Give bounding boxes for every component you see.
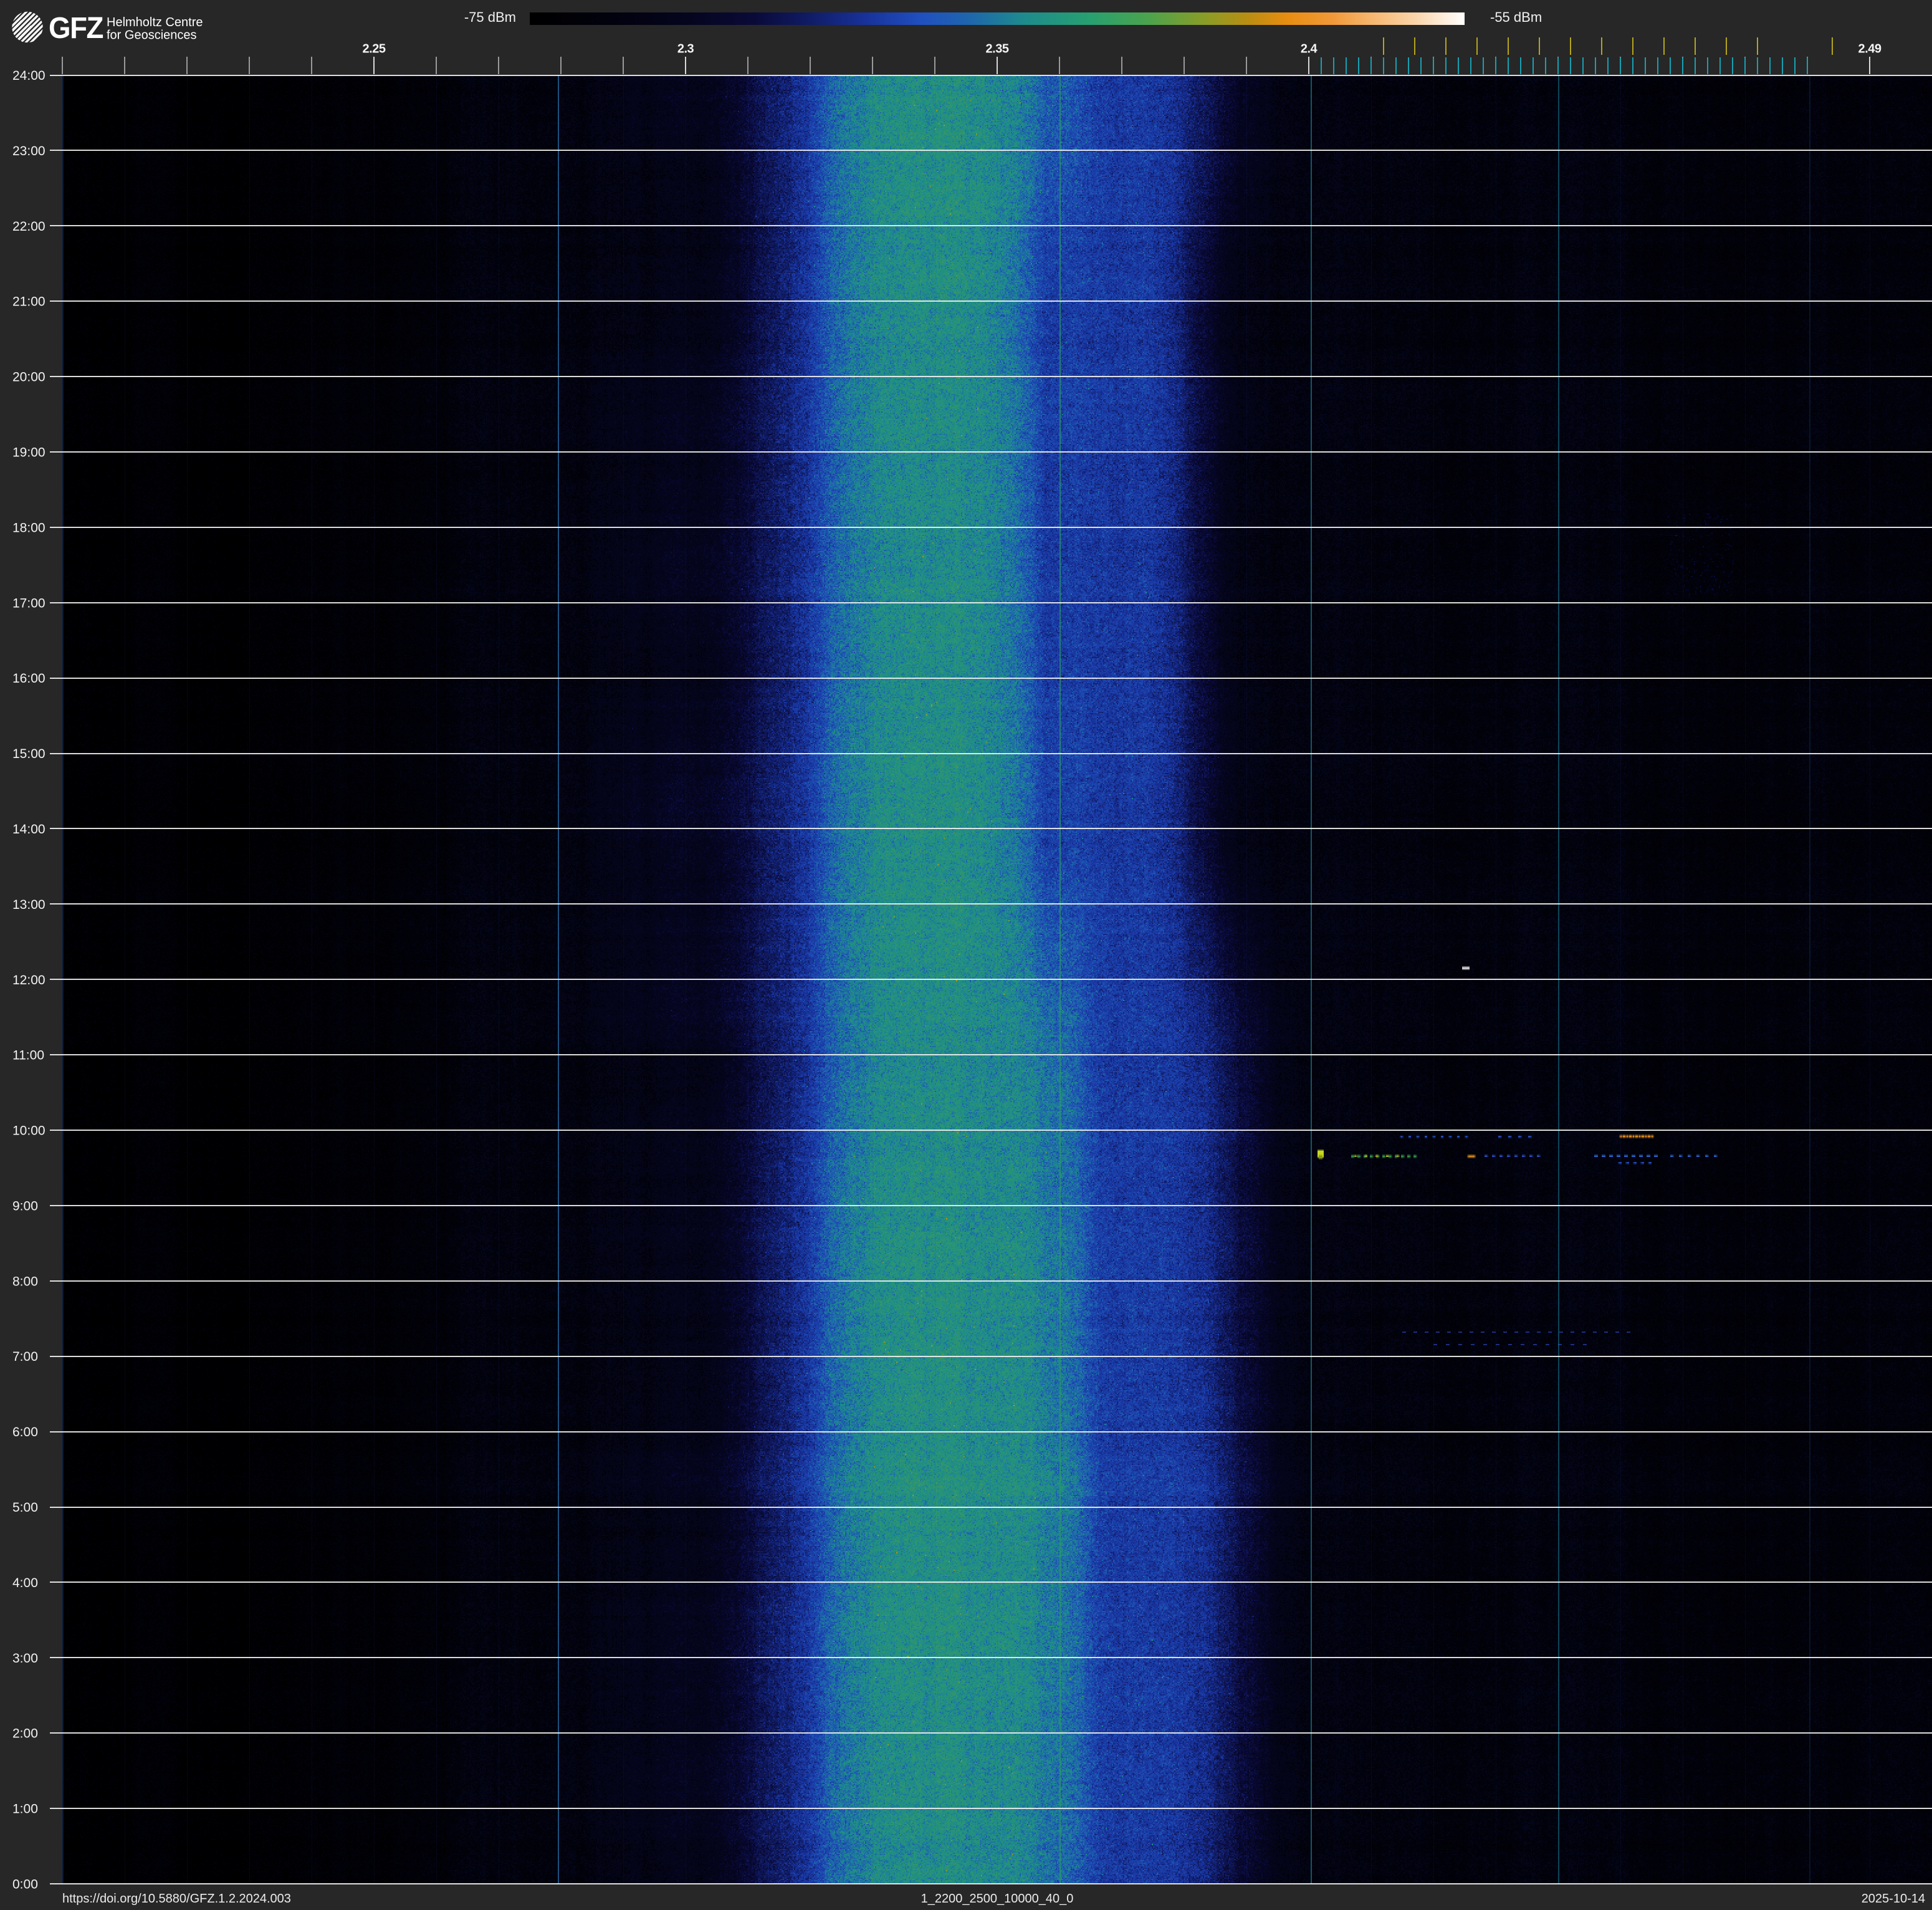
svg-text:17:00: 17:00 — [12, 596, 45, 610]
svg-text:23:00: 23:00 — [12, 144, 45, 158]
svg-text:21:00: 21:00 — [12, 295, 45, 309]
svg-text:3:00: 3:00 — [12, 1651, 38, 1666]
svg-text:0:00: 0:00 — [12, 1878, 38, 1892]
svg-text:2.35: 2.35 — [986, 42, 1009, 56]
svg-text:10:00: 10:00 — [12, 1124, 45, 1138]
svg-text:18:00: 18:00 — [12, 521, 45, 535]
svg-text:20:00: 20:00 — [12, 370, 45, 385]
svg-text:8:00: 8:00 — [12, 1274, 38, 1289]
svg-text:-55 dBm: -55 dBm — [1490, 9, 1542, 25]
svg-text:4:00: 4:00 — [12, 1576, 38, 1590]
svg-text:2.4: 2.4 — [1301, 42, 1318, 56]
svg-text:22:00: 22:00 — [12, 219, 45, 234]
svg-text:2:00: 2:00 — [12, 1727, 38, 1741]
svg-text:2.3: 2.3 — [677, 42, 694, 56]
svg-text:1_2200_2500_10000_40_0: 1_2200_2500_10000_40_0 — [921, 1892, 1074, 1906]
svg-text:2.25: 2.25 — [363, 42, 386, 56]
svg-text:24:00: 24:00 — [12, 69, 45, 83]
svg-text:5:00: 5:00 — [12, 1500, 38, 1515]
svg-text:-75 dBm: -75 dBm — [464, 9, 516, 25]
svg-text:2025-10-14: 2025-10-14 — [1862, 1892, 1925, 1906]
svg-text:9:00: 9:00 — [12, 1199, 38, 1213]
svg-text:15:00: 15:00 — [12, 747, 45, 761]
svg-text:16:00: 16:00 — [12, 671, 45, 686]
svg-text:13:00: 13:00 — [12, 898, 45, 912]
svg-text:14:00: 14:00 — [12, 822, 45, 837]
svg-text:19:00: 19:00 — [12, 446, 45, 460]
svg-text:12:00: 12:00 — [12, 973, 45, 987]
svg-text:1:00: 1:00 — [12, 1802, 38, 1816]
svg-text:6:00: 6:00 — [12, 1425, 38, 1439]
svg-text:2.49: 2.49 — [1858, 42, 1882, 56]
svg-text:11:00: 11:00 — [12, 1049, 44, 1063]
svg-text:7:00: 7:00 — [12, 1350, 38, 1364]
svg-text:https://doi.org/10.5880/GFZ.1.: https://doi.org/10.5880/GFZ.1.2.2024.003 — [62, 1892, 291, 1906]
